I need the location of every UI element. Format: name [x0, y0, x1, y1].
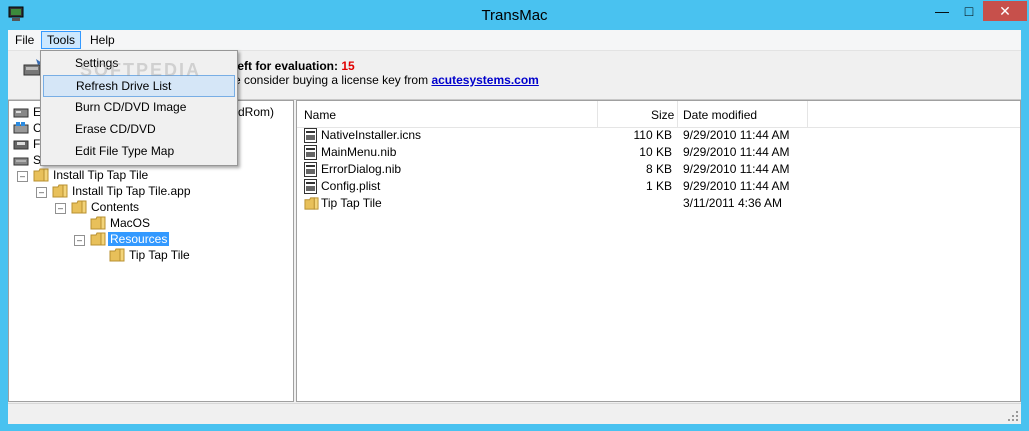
tree-item-contents[interactable]: Contents [91, 199, 139, 215]
file-icon [304, 145, 317, 160]
license-link[interactable]: acutesystems.com [431, 73, 538, 87]
collapse-toggle[interactable]: – [36, 187, 47, 198]
column-name[interactable]: Name [304, 108, 336, 122]
file-date: 9/29/2010 11:44 AM [683, 145, 790, 159]
windows-drive-icon [13, 122, 29, 134]
list-row[interactable]: NativeInstaller.icns 110 KB 9/29/2010 11… [297, 127, 1020, 144]
file-size: 10 KB [639, 145, 672, 159]
column-date-modified[interactable]: Date modified [683, 108, 757, 122]
column-separator[interactable] [597, 101, 598, 127]
evaluation-days-count: 15 [341, 59, 355, 73]
menu-item-label: Refresh Drive List [76, 79, 172, 93]
tree-device-type: dRom) [238, 105, 275, 119]
file-date: 9/29/2010 11:44 AM [683, 179, 790, 193]
file-date: 9/29/2010 11:44 AM [683, 128, 790, 142]
menu-item-burn-cd-dvd-image[interactable]: Burn CD/DVD Image [43, 97, 235, 117]
list-row[interactable]: Config.plist 1 KB 9/29/2010 11:44 AM [297, 178, 1020, 195]
evaluation-label: left for evaluation: [234, 59, 342, 73]
tree-item-macos[interactable]: MacOS [110, 215, 150, 231]
list-row[interactable]: ErrorDialog.nib 8 KB 9/29/2010 11:44 AM [297, 161, 1020, 178]
license-label: e consider buying a license key from [234, 73, 432, 87]
folder-icon [109, 248, 125, 262]
window-title: TransMac [481, 7, 548, 24]
file-name: Tip Tap Tile [321, 196, 382, 210]
list-header: Name Size Date modified [297, 101, 1020, 128]
file-size: 8 KB [645, 162, 672, 176]
menu-item-label: Edit File Type Map [75, 144, 175, 158]
folder-icon [90, 232, 106, 246]
folder-icon [90, 216, 106, 230]
folder-icon [71, 200, 87, 214]
tree-item-install-tip-tap-tile[interactable]: Install Tip Tap Tile [53, 167, 148, 183]
cd-drive-icon [13, 157, 29, 166]
menu-item-label: Erase CD/DVD [75, 122, 156, 136]
collapse-toggle[interactable]: – [17, 171, 28, 182]
file-icon [304, 128, 317, 143]
file-size: 1 KB [645, 179, 672, 193]
license-text: e consider buying a license key from acu… [234, 73, 539, 87]
folder-icon [33, 168, 49, 182]
folder-icon [52, 184, 68, 198]
title-bar[interactable]: TransMac — □ ✕ [0, 0, 1029, 30]
menu-tools[interactable]: Tools [41, 31, 82, 49]
list-row[interactable]: Tip Tap Tile 3/11/2011 4:36 AM [297, 195, 1020, 212]
minimize-button[interactable]: — [929, 1, 955, 21]
selected-item-label[interactable]: Resources [108, 232, 170, 246]
file-icon [304, 179, 317, 194]
collapse-toggle[interactable]: – [74, 235, 85, 246]
file-icon [304, 162, 317, 177]
collapse-toggle[interactable]: – [55, 203, 66, 214]
column-separator[interactable] [807, 101, 808, 127]
column-separator[interactable] [677, 101, 678, 127]
app-window: TransMac — □ ✕ File Tools Help left for … [0, 0, 1029, 431]
tree-item-install-app[interactable]: Install Tip Tap Tile.app [72, 183, 191, 199]
maximize-button[interactable]: □ [956, 1, 982, 21]
tree-item-tip-tap-tile[interactable]: Tip Tap Tile [129, 247, 190, 263]
drive-icon [13, 108, 29, 118]
close-button[interactable]: ✕ [983, 1, 1027, 21]
resize-grip-icon[interactable] [1007, 410, 1019, 422]
watermark-text: SOFTPEDIA [80, 60, 202, 80]
menu-item-label: Burn CD/DVD Image [75, 100, 187, 114]
list-row[interactable]: MainMenu.nib 10 KB 9/29/2010 11:44 AM [297, 144, 1020, 161]
file-name: MainMenu.nib [321, 145, 397, 159]
tree-item-resources[interactable]: Resources [108, 231, 170, 247]
file-size: 110 KB [633, 128, 672, 142]
status-bar [8, 403, 1021, 424]
file-name: Config.plist [321, 179, 381, 193]
menu-bar: File Tools Help [8, 30, 1021, 51]
menu-item-erase-cd-dvd[interactable]: Erase CD/DVD [43, 119, 235, 139]
menu-help[interactable]: Help [85, 32, 120, 48]
file-list[interactable]: Name Size Date modified NativeInstaller.… [296, 100, 1021, 402]
evaluation-text: left for evaluation: 15 [234, 59, 355, 73]
floppy-icon [13, 140, 29, 150]
file-date: 9/29/2010 11:44 AM [683, 162, 790, 176]
folder-icon [304, 197, 319, 210]
column-size[interactable]: Size [651, 108, 674, 122]
file-date: 3/11/2011 4:36 AM [683, 196, 782, 210]
menu-item-edit-file-type-map[interactable]: Edit File Type Map [43, 141, 235, 161]
file-name: NativeInstaller.icns [321, 128, 422, 142]
file-name: ErrorDialog.nib [321, 162, 402, 176]
menu-file[interactable]: File [10, 32, 39, 48]
